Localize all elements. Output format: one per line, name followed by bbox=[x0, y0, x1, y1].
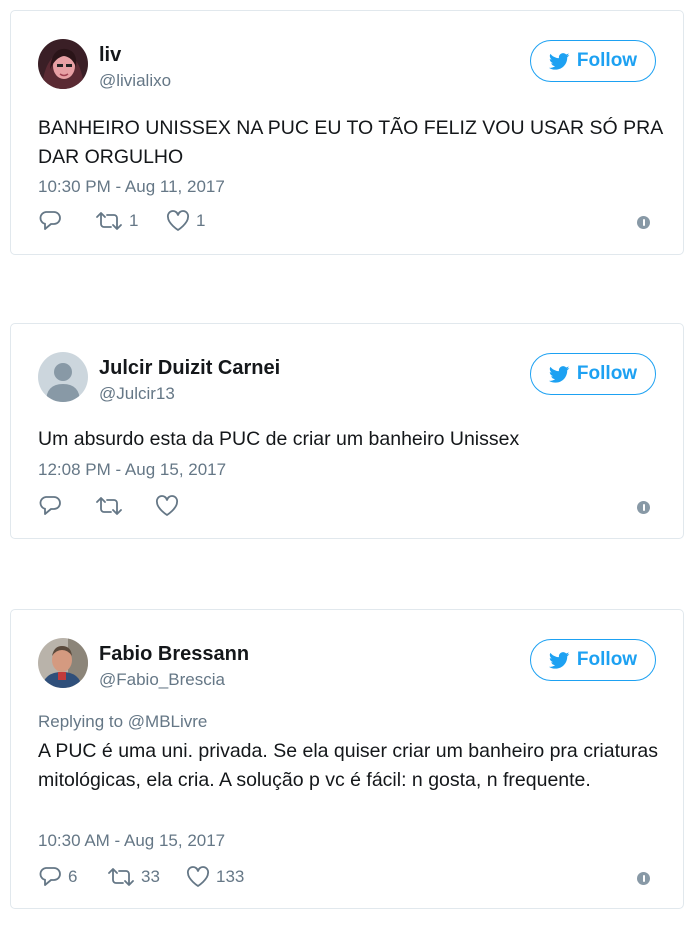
reply-button[interactable]: 6 bbox=[38, 866, 77, 888]
retweet-icon bbox=[96, 497, 122, 515]
retweet-count: 33 bbox=[141, 867, 160, 886]
heart-icon bbox=[156, 495, 178, 516]
info-icon[interactable] bbox=[637, 872, 650, 885]
retweet-icon bbox=[108, 868, 134, 886]
twitter-bird-icon bbox=[548, 651, 570, 669]
follow-button[interactable]: Follow bbox=[530, 353, 656, 395]
like-button[interactable] bbox=[155, 495, 179, 517]
tweet-text: BANHEIRO UNISSEX NA PUC EU TO TÃO FELIZ … bbox=[38, 117, 663, 168]
tweet-timestamp[interactable]: 10:30 AM - Aug 15, 2017 bbox=[38, 831, 225, 851]
follow-label: Follow bbox=[576, 649, 638, 670]
tweet-timestamp[interactable]: 12:08 PM - Aug 15, 2017 bbox=[38, 460, 226, 480]
tweet-actions: 1 1 bbox=[38, 210, 658, 236]
like-button[interactable]: 1 bbox=[166, 210, 205, 232]
author-name[interactable]: Fabio Bressann bbox=[99, 643, 249, 666]
retweet-button[interactable]: 33 bbox=[107, 866, 160, 888]
retweet-icon bbox=[96, 212, 122, 230]
info-icon[interactable] bbox=[637, 501, 650, 514]
tweet-actions: 6 33 133 bbox=[38, 866, 658, 892]
tweet-text: Um absurdo esta da PUC de criar um banhe… bbox=[38, 428, 520, 450]
tweet-text: A PUC é uma uni. privada. Se ela quiser … bbox=[38, 740, 658, 791]
author-name[interactable]: liv bbox=[99, 44, 121, 67]
tweet-card: liv @livialixo Follow BANHEIRO UNISSEX N… bbox=[10, 10, 684, 255]
follow-button[interactable]: Follow bbox=[530, 639, 656, 681]
tweet-timestamp[interactable]: 10:30 PM - Aug 11, 2017 bbox=[38, 177, 225, 197]
avatar[interactable] bbox=[38, 352, 88, 402]
tweet-actions bbox=[38, 495, 658, 521]
reply-icon bbox=[39, 496, 61, 515]
avatar[interactable] bbox=[38, 638, 88, 688]
tweet-card: Fabio Bressann @Fabio_Brescia Follow Rep… bbox=[10, 609, 684, 909]
follow-label: Follow bbox=[576, 50, 638, 71]
follow-button[interactable]: Follow bbox=[530, 40, 656, 82]
like-count: 133 bbox=[216, 867, 245, 886]
info-icon[interactable] bbox=[637, 216, 650, 229]
reply-icon bbox=[39, 867, 61, 886]
retweet-button[interactable]: 1 bbox=[95, 210, 138, 232]
author-name[interactable]: Julcir Duizit Carnei bbox=[99, 357, 280, 380]
author-handle[interactable]: @livialixo bbox=[99, 71, 171, 91]
follow-label: Follow bbox=[576, 363, 638, 384]
author-handle[interactable]: @Fabio_Brescia bbox=[99, 670, 225, 690]
like-button[interactable]: 133 bbox=[186, 866, 244, 888]
reply-icon bbox=[39, 211, 61, 230]
retweet-button[interactable] bbox=[95, 495, 123, 517]
retweet-count: 1 bbox=[129, 211, 139, 230]
twitter-bird-icon bbox=[548, 52, 570, 70]
avatar[interactable] bbox=[38, 39, 88, 89]
replying-to[interactable]: Replying to @MBLivre bbox=[38, 712, 207, 732]
heart-icon bbox=[187, 866, 209, 887]
author-handle[interactable]: @Julcir13 bbox=[99, 384, 175, 404]
twitter-bird-icon bbox=[548, 365, 570, 383]
tweet-card: Julcir Duizit Carnei @Julcir13 Follow Um… bbox=[10, 323, 684, 539]
reply-button[interactable] bbox=[38, 495, 62, 517]
reply-button[interactable] bbox=[38, 210, 62, 232]
like-count: 1 bbox=[196, 211, 206, 230]
heart-icon bbox=[167, 210, 189, 231]
reply-count: 6 bbox=[68, 867, 78, 886]
